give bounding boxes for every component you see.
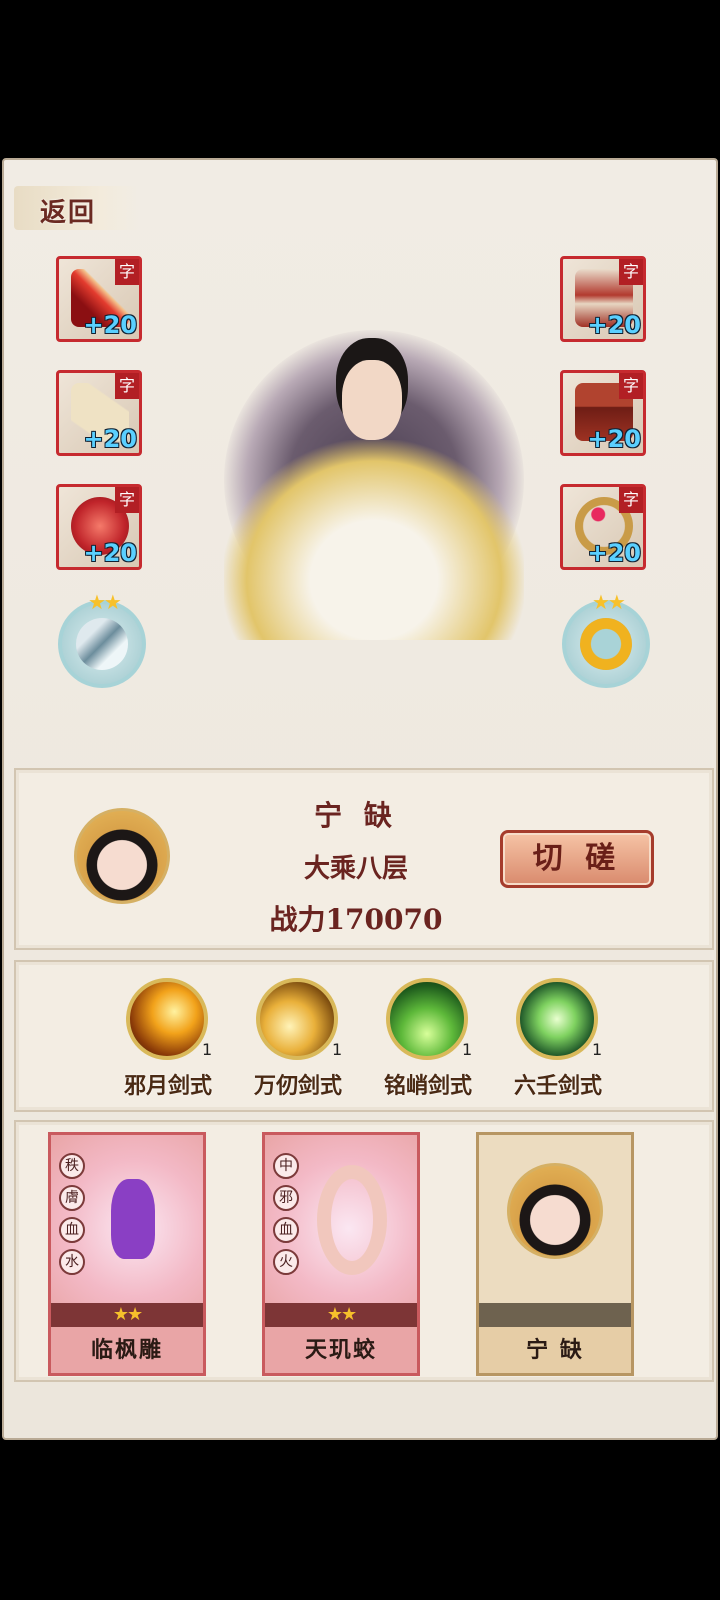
equip-tag: 字 xyxy=(619,373,643,399)
companion-card[interactable]: 秩 膚 血 水 ★★ 临枫雕 xyxy=(48,1132,206,1376)
attribute-badge: 膚 xyxy=(59,1185,85,1211)
skill-item[interactable]: 1 万仞剑式 xyxy=(240,978,356,1108)
equip-level: +20 xyxy=(83,425,137,453)
skill-count: 1 xyxy=(332,1040,343,1059)
realm-level: 大乘八层 xyxy=(303,854,408,884)
equip-slot-orb[interactable]: 字 +20 xyxy=(56,484,142,570)
attribute-badge: 火 xyxy=(273,1249,299,1275)
avatar xyxy=(74,808,170,904)
skill-item[interactable]: 1 六壬剑式 xyxy=(500,978,616,1108)
back-label: 返回 xyxy=(40,198,97,228)
skills-section: 1 邪月剑式 1 万仞剑式 1 铭峭剑式 1 六壬剑式 xyxy=(14,960,714,1112)
equip-tag: 字 xyxy=(115,487,139,513)
green-figure-icon xyxy=(516,978,598,1060)
equip-level: +20 xyxy=(83,311,137,339)
companion-name: 临枫雕 xyxy=(90,1337,163,1363)
character-figure xyxy=(184,300,564,660)
skill-count: 1 xyxy=(592,1040,603,1059)
equip-slot-armor[interactable]: 字 +20 xyxy=(560,256,646,342)
equip-tag: 字 xyxy=(619,487,643,513)
attribute-badge: 秩 xyxy=(59,1153,85,1179)
star-rating: ★★ xyxy=(88,590,122,614)
equip-tag: 字 xyxy=(619,259,643,285)
fire-slash-icon xyxy=(126,978,208,1060)
green-tree-icon xyxy=(386,978,468,1060)
avatar xyxy=(507,1163,603,1259)
gold-ring-icon xyxy=(580,618,632,670)
skill-item[interactable]: 1 铭峭剑式 xyxy=(370,978,486,1108)
serpent-shape xyxy=(317,1165,387,1275)
attribute-badge: 邪 xyxy=(273,1185,299,1211)
companion-name: 天玑蛟 xyxy=(304,1337,377,1363)
skill-item[interactable]: 1 邪月剑式 xyxy=(110,978,226,1108)
equip-slot-box[interactable]: 字 +20 xyxy=(560,370,646,456)
claw-icon xyxy=(76,618,128,670)
portrait-icon xyxy=(479,1135,631,1305)
attribute-badge: 血 xyxy=(273,1217,299,1243)
skill-name: 邪月剑式 xyxy=(123,1073,212,1099)
equip-slot-weapon[interactable]: 字 +20 xyxy=(56,256,142,342)
golden-swirl-icon xyxy=(256,978,338,1060)
profile-section: 宁 缺 大乘八层 战力170070 切 磋 xyxy=(14,768,714,950)
equip-level: +20 xyxy=(587,311,641,339)
skill-name: 六壬剑式 xyxy=(513,1073,602,1099)
star-rating xyxy=(479,1303,631,1327)
star-rating: ★★ xyxy=(265,1303,417,1327)
attribute-badge: 水 xyxy=(59,1249,85,1275)
back-button[interactable]: 返回 xyxy=(14,186,138,230)
attribute-badge: 血 xyxy=(59,1217,85,1243)
equip-tag: 字 xyxy=(115,259,139,285)
character-panel: 返回 字 +20 字 +20 字 +20 ★★ 字 +20 字 +20 字 +2… xyxy=(2,158,718,1440)
skill-name: 万仞剑式 xyxy=(253,1073,342,1099)
challenge-button[interactable]: 切 磋 xyxy=(500,830,654,888)
equip-slot-scroll[interactable]: 字 +20 xyxy=(56,370,142,456)
treasure-slot-right[interactable]: ★★ xyxy=(562,590,650,688)
combat-power: 战力170070 xyxy=(269,903,443,936)
equip-tag: 字 xyxy=(115,373,139,399)
equip-level: +20 xyxy=(587,425,641,453)
companion-card[interactable]: 中 邪 血 火 ★★ 天玑蛟 xyxy=(262,1132,420,1376)
skill-name: 铭峭剑式 xyxy=(383,1073,472,1099)
skill-count: 1 xyxy=(462,1040,473,1059)
player-name: 宁 缺 xyxy=(314,799,398,832)
skill-count: 1 xyxy=(202,1040,213,1059)
equip-level: +20 xyxy=(587,539,641,567)
companions-section: 秩 膚 血 水 ★★ 临枫雕 中 邪 血 火 ★★ 天玑蛟 宁 缺 xyxy=(14,1120,714,1382)
character-head xyxy=(342,360,402,440)
treasure-slot-left[interactable]: ★★ xyxy=(58,590,146,688)
companion-name: 宁 缺 xyxy=(526,1337,584,1363)
companion-card[interactable]: 宁 缺 xyxy=(476,1132,634,1376)
attribute-badge: 中 xyxy=(273,1153,299,1179)
equip-level: +20 xyxy=(83,539,137,567)
equip-slot-ring[interactable]: 字 +20 xyxy=(560,484,646,570)
bird-shape xyxy=(111,1179,155,1259)
star-rating: ★★ xyxy=(51,1303,203,1327)
star-rating: ★★ xyxy=(592,590,626,614)
robe-figure xyxy=(224,440,524,640)
